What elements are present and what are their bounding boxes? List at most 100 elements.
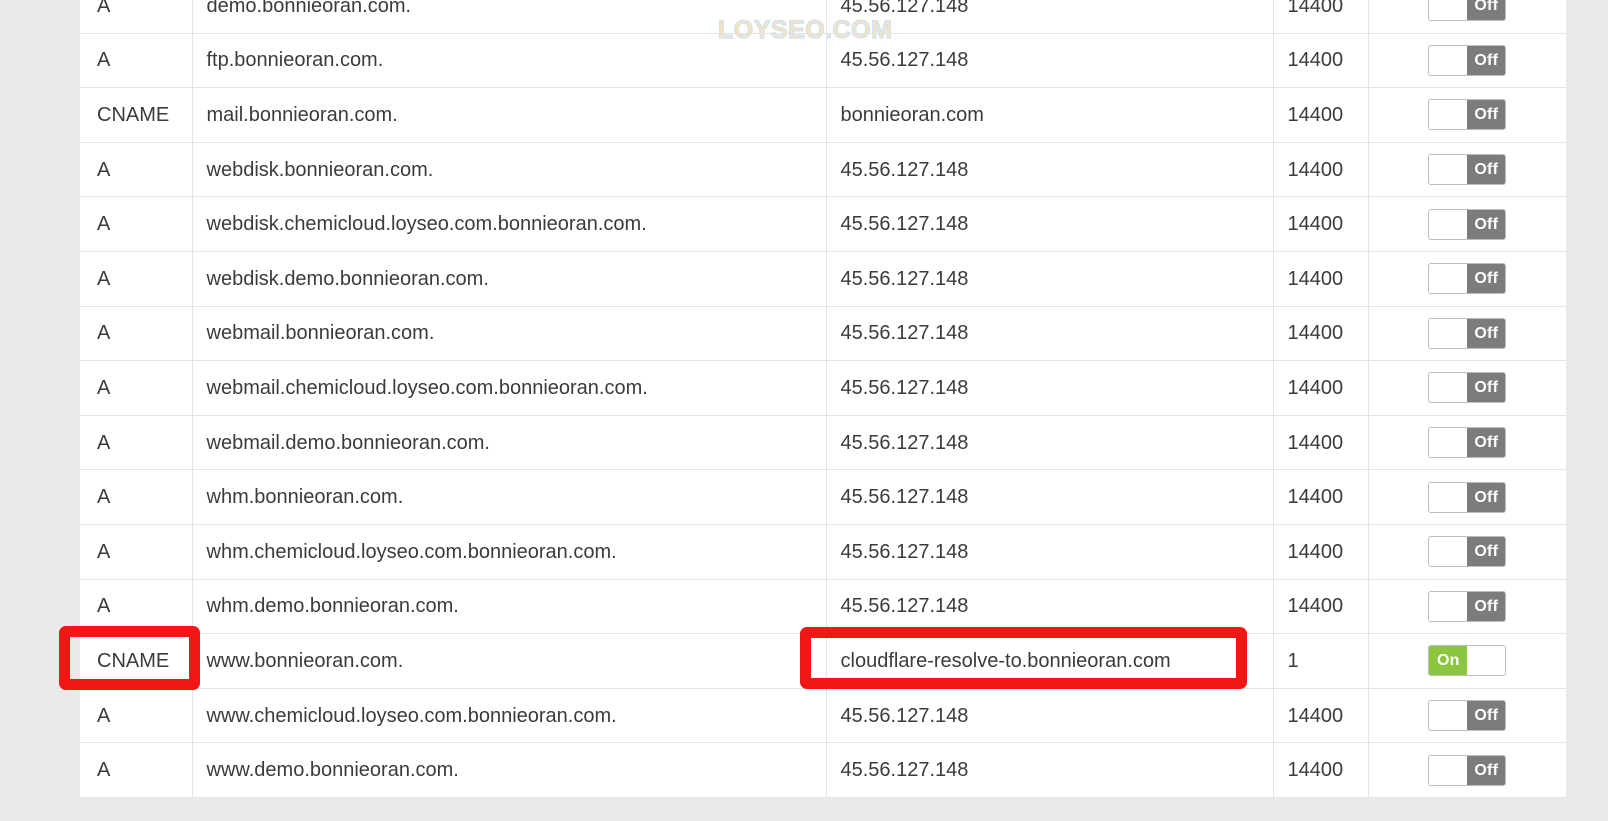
record-value-cell: 45.56.127.148 — [826, 415, 1274, 471]
loyseo-watermark: LOYSEO.COM — [717, 15, 893, 44]
table-row: Awhm.bonnieoran.com. 45.56.127.148 14400 Of… — [80, 469, 1566, 525]
record-type-cell: A — [80, 524, 193, 580]
record-value-cell: 45.56.127.148 — [826, 579, 1274, 635]
record-type-cell: A — [80, 469, 193, 525]
record-name-cell: webmail.chemicloud.loyseo.com.bonnieoran… — [192, 360, 827, 416]
record-value-cell: 45.56.127.148 — [826, 196, 1274, 252]
record-type-cell: A — [80, 196, 193, 252]
status-toggle-off[interactable]: Off — [1428, 44, 1507, 76]
table-row: Awebdisk.chemicloud.loyseo.com.bonnieora… — [80, 196, 1566, 252]
record-ttl-cell: 14400 — [1273, 251, 1369, 307]
record-ttl-cell: 14400 — [1273, 142, 1369, 198]
status-toggle-label: Off — [1467, 373, 1506, 403]
status-toggle-off[interactable]: Off — [1428, 208, 1507, 240]
record-name-cell: mail.bonnieoran.com. — [192, 87, 827, 143]
record-value-cell: 45.56.127.148 — [826, 469, 1274, 525]
record-status-cell: Off — [1368, 415, 1566, 471]
status-toggle-off[interactable]: Off — [1428, 700, 1507, 732]
status-toggle-label: Off — [1467, 701, 1506, 731]
record-name-cell: www.demo.bonnieoran.com. — [192, 742, 827, 798]
record-value-cell: bonnieoran.com — [826, 87, 1274, 143]
status-toggle-label: Off — [1467, 482, 1506, 512]
record-value-cell: 45.56.127.148 — [826, 251, 1274, 307]
status-toggle-off[interactable]: Off — [1428, 372, 1507, 404]
record-status-cell: Off — [1368, 196, 1566, 252]
status-toggle-off[interactable]: Off — [1428, 263, 1507, 295]
record-type-cell: A — [80, 415, 193, 471]
record-value-cell: 45.56.127.148 — [826, 306, 1274, 362]
record-ttl-cell: 14400 — [1273, 524, 1369, 580]
status-toggle-label: Off — [1467, 45, 1506, 75]
record-ttl-cell: 14400 — [1273, 87, 1369, 143]
record-name-cell: www.chemicloud.loyseo.com.bonnieoran.com… — [192, 688, 827, 744]
status-toggle-label: Off — [1467, 428, 1506, 458]
record-type-cell: A — [80, 251, 193, 307]
table-row: Awebmail.bonnieoran.com. 45.56.127.148 144… — [80, 306, 1566, 362]
table-row: Awww.demo.bonnieoran.com. 45.56.127.148 14… — [80, 742, 1566, 798]
record-ttl-cell: 14400 — [1273, 196, 1369, 252]
status-toggle-off[interactable]: Off — [1428, 754, 1507, 786]
record-ttl-cell: 14400 — [1273, 0, 1369, 34]
record-status-cell: Off — [1368, 360, 1566, 416]
record-status-cell: Off — [1368, 688, 1566, 744]
status-toggle-off[interactable]: Off — [1428, 0, 1507, 22]
dns-records-body: Ademo.bonnieoran.com. 45.56.127.148 14400 O… — [80, 0, 1566, 798]
record-name-cell: whm.bonnieoran.com. — [192, 469, 827, 525]
status-toggle-on[interactable]: On — [1428, 645, 1507, 677]
record-type-cell: A — [80, 742, 193, 798]
record-value-cell: 45.56.127.148 — [826, 688, 1274, 744]
status-toggle-off[interactable]: Off — [1428, 427, 1507, 459]
table-row: Awhm.chemicloud.loyseo.com.bonnieoran.co… — [80, 524, 1566, 580]
record-status-cell: Off — [1368, 33, 1566, 89]
record-status-cell: Off — [1368, 524, 1566, 580]
table-row: Awebdisk.demo.bonnieoran.com. 45.56.127.1… — [80, 251, 1566, 307]
table-row: Awebmail.demo.bonnieoran.com. 45.56.127.1… — [80, 415, 1566, 471]
dns-zone-editor-page: LOYSEO.COM Ademo.bonnieoran.com. 45.56.12… — [0, 0, 1608, 821]
record-name-cell: webmail.bonnieoran.com. — [192, 306, 827, 362]
status-toggle-label: On — [1429, 646, 1468, 676]
record-value-cell: 45.56.127.148 — [826, 360, 1274, 416]
record-status-cell: Off — [1368, 0, 1566, 34]
status-toggle-label: Off — [1467, 318, 1506, 348]
record-type-cell: CNAME — [80, 87, 193, 143]
record-ttl-cell: 14400 — [1273, 688, 1369, 744]
record-type-cell: A — [80, 306, 193, 362]
record-value-cell: 45.56.127.148 — [826, 524, 1274, 580]
record-status-cell: Off — [1368, 579, 1566, 635]
status-toggle-label: Off — [1467, 755, 1506, 785]
status-toggle-off[interactable]: Off — [1428, 154, 1507, 186]
record-ttl-cell: 14400 — [1273, 469, 1369, 525]
status-toggle-off[interactable]: Off — [1428, 317, 1507, 349]
status-toggle-off[interactable]: Off — [1428, 481, 1507, 513]
status-toggle-off[interactable]: Off — [1428, 536, 1507, 568]
record-status-cell: On — [1368, 633, 1566, 689]
record-ttl-cell: 14400 — [1273, 306, 1369, 362]
record-ttl-cell: 14400 — [1273, 742, 1369, 798]
record-name-cell: webdisk.demo.bonnieoran.com. — [192, 251, 827, 307]
status-toggle-off[interactable]: Off — [1428, 99, 1507, 131]
record-ttl-cell: 1 — [1273, 633, 1369, 689]
record-status-cell: Off — [1368, 742, 1566, 798]
table-row: Awhm.demo.bonnieoran.com. 45.56.127.148 14… — [80, 579, 1566, 635]
record-name-cell: whm.demo.bonnieoran.com. — [192, 579, 827, 635]
status-toggle-label: Off — [1467, 591, 1506, 621]
table-row: Awww.chemicloud.loyseo.com.bonnieoran.co… — [80, 688, 1566, 744]
record-type-cell: A — [80, 142, 193, 198]
dns-records-table: Ademo.bonnieoran.com. 45.56.127.148 14400 O… — [80, 0, 1566, 798]
record-status-cell: Off — [1368, 306, 1566, 362]
status-toggle-off[interactable]: Off — [1428, 590, 1507, 622]
record-name-cell: webdisk.bonnieoran.com. — [192, 142, 827, 198]
status-toggle-label: Off — [1467, 537, 1506, 567]
status-toggle-label: Off — [1467, 100, 1506, 130]
record-name-cell: www.bonnieoran.com. — [192, 633, 827, 689]
record-ttl-cell: 14400 — [1273, 33, 1369, 89]
record-status-cell: Off — [1368, 469, 1566, 525]
record-value-cell: 45.56.127.148 — [826, 142, 1274, 198]
record-ttl-cell: 14400 — [1273, 415, 1369, 471]
record-type-cell: A — [80, 33, 193, 89]
record-value-cell: 45.56.127.148 — [826, 742, 1274, 798]
record-type-cell: A — [80, 688, 193, 744]
record-status-cell: Off — [1368, 251, 1566, 307]
table-row: Awebdisk.bonnieoran.com. 45.56.127.148 144… — [80, 142, 1566, 198]
record-name-cell: webdisk.chemicloud.loyseo.com.bonnieoran… — [192, 196, 827, 252]
